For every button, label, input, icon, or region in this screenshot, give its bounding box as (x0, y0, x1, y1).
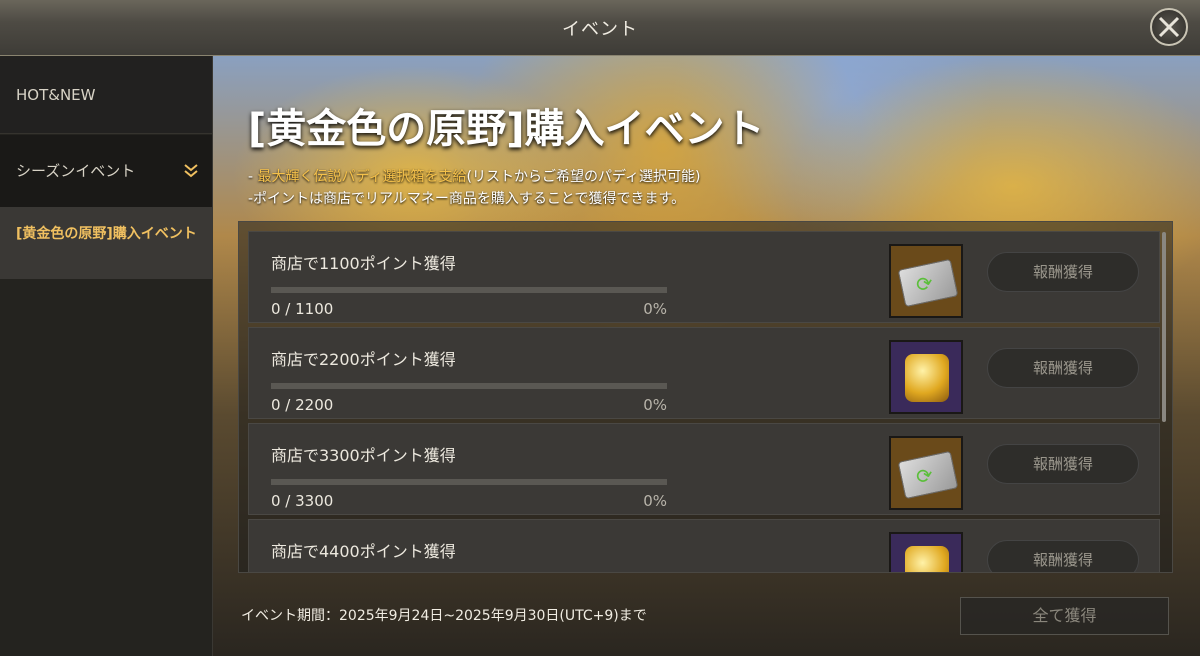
ticket-icon: ⟳ (897, 450, 959, 500)
progress-text: 0 / 2200 (271, 396, 334, 414)
event-description-1: - 最大輝く伝説パディ選択箱を支給(リストからご希望のパディ選択可能) (248, 169, 701, 185)
progress-percent: 0% (643, 396, 667, 414)
progress-text: 0 / 3300 (271, 492, 334, 510)
mission-label: 商店で2200ポイント獲得 (271, 350, 456, 369)
reward-item[interactable]: ⟳ (889, 436, 963, 510)
mission-label: 商店で4400ポイント獲得 (271, 542, 456, 561)
reward-item[interactable] (889, 340, 963, 414)
sidebar-item-label: HOT&NEW (16, 86, 96, 104)
chest-icon (905, 354, 949, 402)
sidebar: HOT&NEW シーズンイベント [黄金色の原野]購入イベント (0, 56, 213, 656)
chevron-down-icon (184, 164, 198, 178)
event-panel: [黄金色の原野]購入イベント - 最大輝く伝説パディ選択箱を支給(リストからご希… (213, 56, 1200, 656)
close-icon (1158, 16, 1180, 38)
progress-text: 0 / 1100 (271, 300, 334, 318)
mission-label: 商店で3300ポイント獲得 (271, 446, 456, 465)
sidebar-item-golden-field-event[interactable]: [黄金色の原野]購入イベント (0, 207, 212, 279)
mission-list[interactable]: 商店で1100ポイント獲得 0 / 1100 0% ⟳ 報酬獲得 商店で2200… (238, 221, 1173, 573)
scrollbar[interactable] (1162, 232, 1166, 422)
claim-reward-button[interactable]: 報酬獲得 (987, 348, 1139, 388)
window-title: イベント (562, 19, 638, 40)
close-button[interactable] (1150, 8, 1188, 46)
claim-reward-button[interactable]: 報酬獲得 (987, 252, 1139, 292)
claim-reward-button[interactable]: 報酬獲得 (987, 444, 1139, 484)
progress-percent: 0% (643, 300, 667, 318)
mission-row: 商店で3300ポイント獲得 0 / 3300 0% ⟳ 報酬獲得 (248, 423, 1160, 515)
mission-row: 商店で1100ポイント獲得 0 / 1100 0% ⟳ 報酬獲得 (248, 231, 1160, 323)
ticket-icon: ⟳ (897, 258, 959, 308)
sidebar-item-season-event[interactable]: シーズンイベント (0, 135, 212, 207)
claim-all-button[interactable]: 全て獲得 (960, 597, 1169, 635)
mission-row: 商店で4400ポイント獲得 報酬獲得 (248, 519, 1160, 572)
event-description-2: -ポイントは商店でリアルマネー商品を購入することで獲得できます。 (248, 191, 686, 207)
reward-item[interactable]: ⟳ (889, 244, 963, 318)
mission-label: 商店で1100ポイント獲得 (271, 254, 456, 273)
progress-bar (271, 383, 667, 389)
event-title: [黄金色の原野]購入イベント (248, 106, 765, 152)
progress-percent: 0% (643, 492, 667, 510)
sidebar-item-hot-new[interactable]: HOT&NEW (0, 56, 212, 134)
claim-reward-button[interactable]: 報酬獲得 (987, 540, 1139, 572)
highlight-text: 最大輝く伝説パディ選択箱を支給 (257, 169, 467, 185)
event-period: イベント期間：2025年9月24日~2025年9月30日(UTC+9)まで (241, 608, 647, 624)
mission-row: 商店で2200ポイント獲得 0 / 2200 0% 報酬獲得 (248, 327, 1160, 419)
chest-icon (905, 546, 949, 572)
progress-bar (271, 287, 667, 293)
reward-item[interactable] (889, 532, 963, 572)
title-bar: イベント (0, 0, 1200, 56)
progress-bar (271, 479, 667, 485)
sidebar-item-label: シーズンイベント (16, 162, 136, 180)
sidebar-item-label: [黄金色の原野]購入イベント (16, 226, 197, 242)
